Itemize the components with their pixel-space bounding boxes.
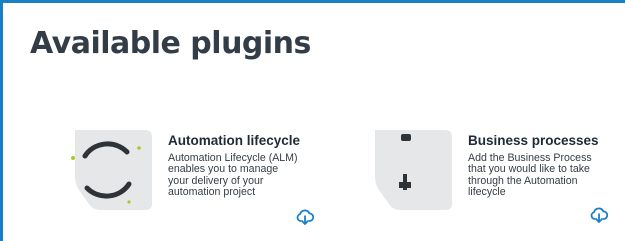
- plugin-description: Add the Business Process that you would …: [468, 152, 592, 199]
- plugin-card-automation-lifecycle: Automation lifecycle Automation Lifecycl…: [61, 128, 331, 228]
- cloud-download-icon[interactable]: [590, 206, 608, 224]
- plugin-title: Automation lifecycle: [168, 133, 301, 148]
- plugins-panel: Available plugins Automation lifecycle A…: [0, 0, 625, 241]
- plugin-description: Automation Lifecycle (ALM) enables you t…: [168, 152, 298, 199]
- plugin-card-business-processes: Business processes Add the Business Proc…: [361, 128, 625, 228]
- business-processes-icon: [375, 130, 452, 210]
- cloud-download-icon[interactable]: [296, 208, 314, 226]
- automation-lifecycle-icon: [71, 130, 152, 210]
- plugin-title: Business processes: [468, 133, 599, 148]
- page-title: Available plugins: [30, 26, 311, 61]
